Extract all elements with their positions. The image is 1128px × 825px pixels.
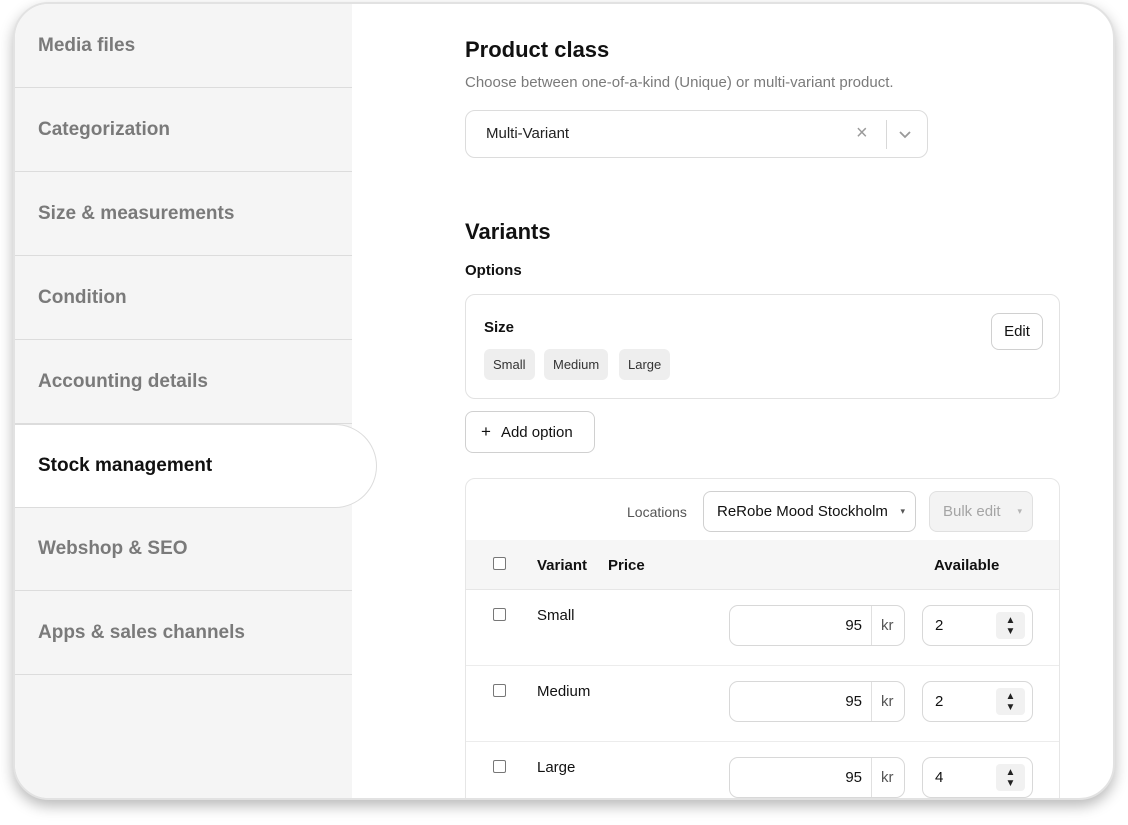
price-value: 95 xyxy=(845,769,862,786)
price-value: 95 xyxy=(845,617,862,634)
locations-label: Locations xyxy=(627,504,687,520)
row-checkbox[interactable] xyxy=(493,760,506,773)
available-value: 4 xyxy=(935,769,944,786)
sidebar-item-label: Media files xyxy=(38,34,136,56)
row-checkbox[interactable] xyxy=(493,684,506,697)
sidebar-item-label: Condition xyxy=(38,286,127,308)
sidebar-item-media-files[interactable]: Media files xyxy=(15,4,352,88)
sidebar-item-label: Categorization xyxy=(38,118,170,140)
column-header-available: Available xyxy=(934,557,1000,574)
variants-title: Variants xyxy=(465,219,551,244)
location-select[interactable]: ReRobe Mood Stockholm ▾ xyxy=(703,491,916,532)
price-input[interactable]: 95 kr xyxy=(729,605,905,646)
available-value: 2 xyxy=(935,693,944,710)
sidebar-item-label: Webshop & SEO xyxy=(38,537,188,559)
sidebar-item-categorization[interactable]: Categorization xyxy=(15,88,352,172)
sidebar-item-size-measurements[interactable]: Size & measurements xyxy=(15,172,352,256)
column-header-price: Price xyxy=(608,557,645,574)
main-content: Product class Choose between one-of-a-ki… xyxy=(352,4,1113,798)
column-header-variant: Variant xyxy=(537,557,588,574)
edit-option-button[interactable]: Edit xyxy=(991,313,1043,350)
sidebar-item-label: Accounting details xyxy=(38,370,208,392)
price-input[interactable]: 95 kr xyxy=(729,757,905,798)
variant-name: Small xyxy=(537,607,575,624)
price-value: 95 xyxy=(845,693,862,710)
price-divider xyxy=(871,758,872,797)
option-value-chip: Small xyxy=(484,349,535,380)
clear-icon[interactable]: × xyxy=(856,122,868,145)
price-divider xyxy=(871,682,872,721)
plus-icon: + xyxy=(481,422,491,441)
currency-suffix: kr xyxy=(881,693,894,710)
table-row: Small 95 kr 2 ▲ ▼ xyxy=(466,590,1059,666)
sidebar-item-stock-management[interactable]: Stock management xyxy=(15,424,377,508)
caret-down-icon: ▾ xyxy=(900,506,905,516)
sidebar-item-label: Stock management xyxy=(38,455,213,476)
chevron-down-icon[interactable] xyxy=(898,127,912,146)
option-name: Size xyxy=(484,319,515,336)
decrement-icon[interactable]: ▼ xyxy=(1006,778,1016,789)
sidebar-item-apps-sales-channels[interactable]: Apps & sales channels xyxy=(15,591,352,675)
add-option-button[interactable]: + Add option xyxy=(465,411,595,453)
spinner-control[interactable]: ▲ ▼ xyxy=(996,612,1025,639)
currency-suffix: kr xyxy=(881,769,894,786)
available-stepper[interactable]: 4 ▲ ▼ xyxy=(922,757,1033,798)
options-label: Options xyxy=(465,262,522,279)
product-class-value: Multi-Variant xyxy=(486,125,570,142)
sidebar-item-label: Apps & sales channels xyxy=(38,621,245,643)
row-checkbox[interactable] xyxy=(493,608,506,621)
available-value: 2 xyxy=(935,617,944,634)
select-all-checkbox[interactable] xyxy=(493,557,506,570)
sidebar-nav: Media files Categorization Size & measur… xyxy=(15,4,377,798)
product-class-description: Choose between one-of-a-kind (Unique) or… xyxy=(465,74,894,91)
spinner-control[interactable]: ▲ ▼ xyxy=(996,764,1025,791)
decrement-icon[interactable]: ▼ xyxy=(1006,702,1016,713)
add-option-label: Add option xyxy=(500,423,573,441)
sidebar-item-condition[interactable]: Condition xyxy=(15,256,352,340)
available-stepper[interactable]: 2 ▲ ▼ xyxy=(922,605,1033,646)
bulk-edit-label: Bulk edit xyxy=(943,503,1001,520)
select-divider xyxy=(886,120,887,149)
variant-name: Medium xyxy=(537,683,591,700)
sidebar-item-label: Size & measurements xyxy=(38,202,235,224)
variant-name: Large xyxy=(537,759,576,776)
increment-icon[interactable]: ▲ xyxy=(1006,691,1016,702)
increment-icon[interactable]: ▲ xyxy=(1006,767,1016,778)
increment-icon[interactable]: ▲ xyxy=(1006,615,1016,626)
sidebar-item-accounting-details[interactable]: Accounting details xyxy=(15,340,352,424)
table-header: Variant Price Available xyxy=(466,540,1059,590)
caret-down-icon: ▾ xyxy=(1017,506,1022,516)
spinner-control[interactable]: ▲ ▼ xyxy=(996,688,1025,715)
option-value-chip: Medium xyxy=(544,349,609,380)
sidebar-item-webshop-seo[interactable]: Webshop & SEO xyxy=(15,507,352,591)
table-row: Medium 95 kr 2 ▲ ▼ xyxy=(466,666,1059,742)
product-class-title: Product class xyxy=(465,37,610,62)
location-value: ReRobe Mood Stockholm xyxy=(717,503,888,520)
decrement-icon[interactable]: ▼ xyxy=(1006,626,1016,637)
option-card: Size Small Medium Large Edit xyxy=(465,294,1060,399)
available-stepper[interactable]: 2 ▲ ▼ xyxy=(922,681,1033,722)
app-window: Media files Categorization Size & measur… xyxy=(13,2,1115,800)
product-class-select[interactable]: Multi-Variant × xyxy=(465,110,928,158)
table-row: Large 95 kr 4 ▲ ▼ xyxy=(466,742,1059,798)
currency-suffix: kr xyxy=(881,617,894,634)
option-value-chip: Large xyxy=(619,349,671,380)
price-divider xyxy=(871,606,872,645)
price-input[interactable]: 95 kr xyxy=(729,681,905,722)
stock-card: Locations ReRobe Mood Stockholm ▾ Bulk e… xyxy=(465,478,1060,798)
bulk-edit-button[interactable]: Bulk edit ▾ xyxy=(929,491,1033,532)
